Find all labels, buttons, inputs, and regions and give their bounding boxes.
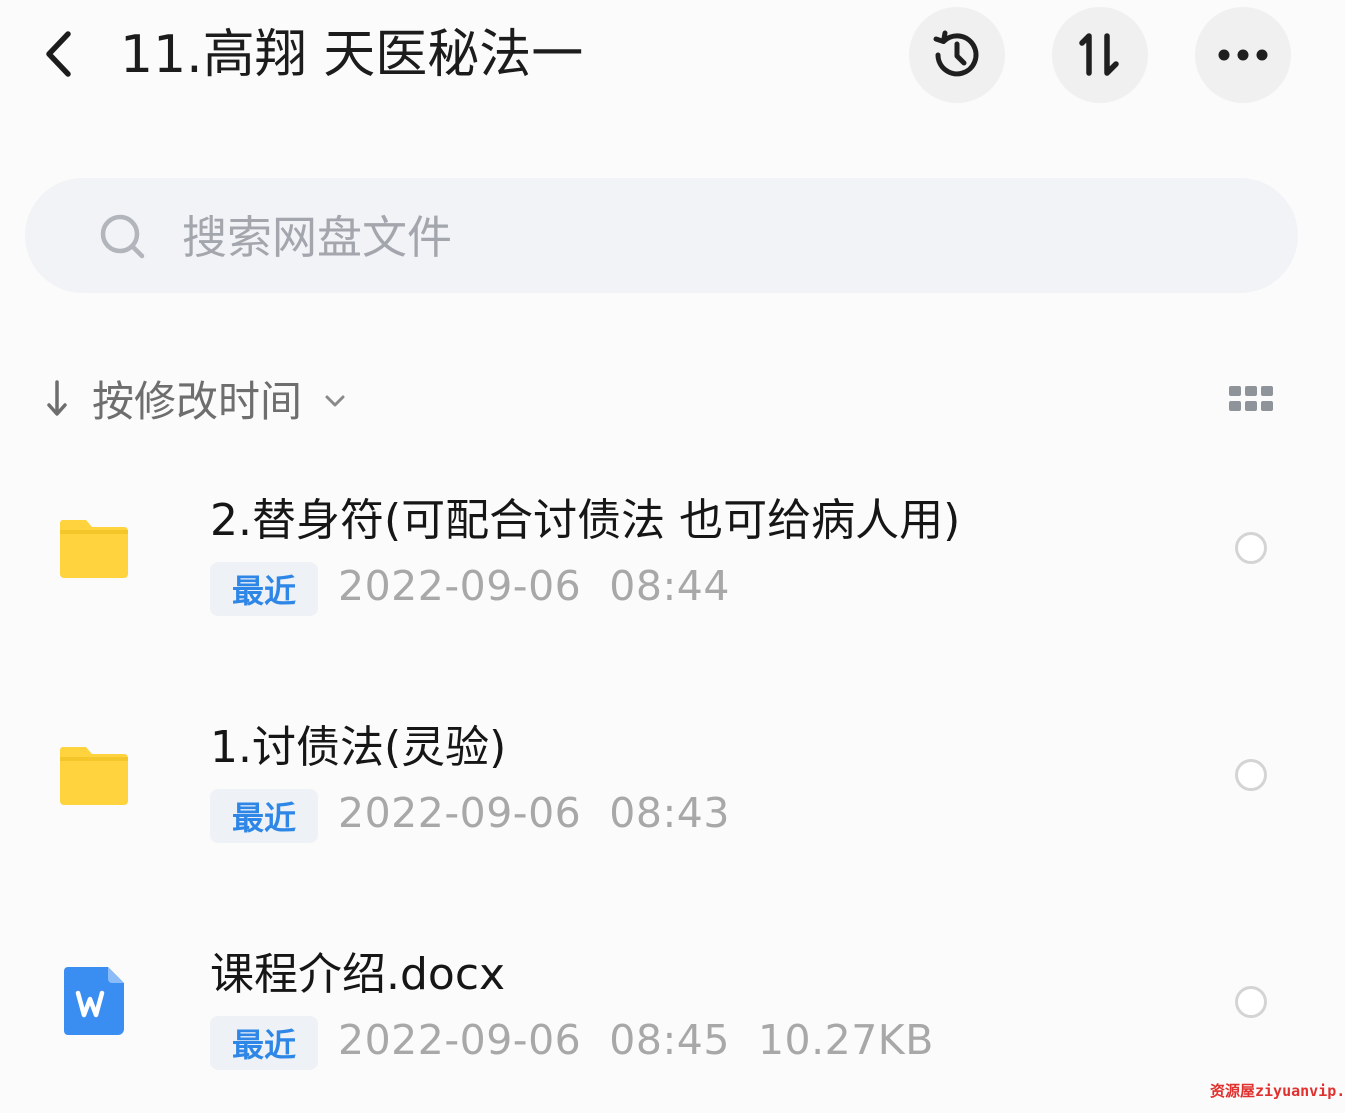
file-name: 2.替身符(可配合讨债法 也可给病人用) — [210, 495, 961, 546]
watermark: 资源屋ziyuanvip.cn — [1210, 1082, 1345, 1100]
search-bar[interactable] — [25, 178, 1298, 293]
chevron-left-icon — [46, 31, 71, 77]
page-title: 11.高翔 天医秘法一 — [120, 25, 584, 85]
sort-label: 按修改时间 — [92, 376, 303, 426]
chevron-down-icon — [325, 395, 345, 407]
grid-view-icon[interactable] — [1229, 386, 1275, 414]
history-icon — [933, 30, 979, 77]
recent-badge: 最近 — [210, 789, 318, 843]
more-button[interactable] — [1195, 7, 1291, 103]
file-meta: 2022-09-06 08:45 10.27KB — [338, 1016, 934, 1064]
folder-icon — [59, 747, 129, 805]
select-checkbox[interactable] — [1235, 986, 1267, 1018]
file-date: 2022-09-06 — [338, 562, 582, 610]
recent-badge: 最近 — [210, 1016, 318, 1070]
file-size: 10.27KB — [757, 1016, 934, 1064]
file-browser-page: 11.高翔 天医秘法一 搜索网盘文件 按修改时间 2.替身符(可配合讨债法 也可… — [0, 0, 1345, 1113]
file-date: 2022-09-06 — [338, 789, 582, 837]
word-document-icon — [64, 967, 124, 1035]
sort-selector[interactable]: 按修改时间 — [40, 368, 346, 428]
back-button[interactable] — [30, 24, 86, 84]
recent-badge: 最近 — [210, 562, 318, 616]
file-meta: 2022-09-06 08:44 — [338, 562, 730, 610]
search-input[interactable] — [180, 200, 1234, 274]
file-meta: 2022-09-06 08:43 — [338, 789, 730, 837]
select-checkbox[interactable] — [1235, 759, 1267, 791]
search-icon — [100, 214, 145, 259]
file-name: 1.讨债法(灵验) — [210, 722, 507, 773]
file-name: 课程介绍.docx — [210, 949, 506, 1000]
list-item[interactable]: 1.讨债法(灵验) 最近 2022-09-06 08:43 — [0, 697, 1345, 897]
file-time: 08:44 — [609, 562, 730, 610]
file-time: 08:43 — [609, 789, 730, 837]
sort-button[interactable] — [1052, 7, 1148, 103]
folder-icon — [59, 520, 129, 578]
arrow-down-icon — [47, 380, 67, 416]
file-date: 2022-09-06 — [338, 1016, 582, 1064]
history-button[interactable] — [909, 7, 1005, 103]
list-item[interactable]: 2.替身符(可配合讨债法 也可给病人用) 最近 2022-09-06 08:44 — [0, 470, 1345, 670]
sort-icon — [1079, 33, 1119, 76]
list-item[interactable]: 课程介绍.docx 最近 2022-09-06 08:45 10.27KB — [0, 924, 1345, 1113]
select-checkbox[interactable] — [1235, 532, 1267, 564]
more-icon — [1218, 49, 1268, 61]
file-time: 08:45 — [609, 1016, 730, 1064]
